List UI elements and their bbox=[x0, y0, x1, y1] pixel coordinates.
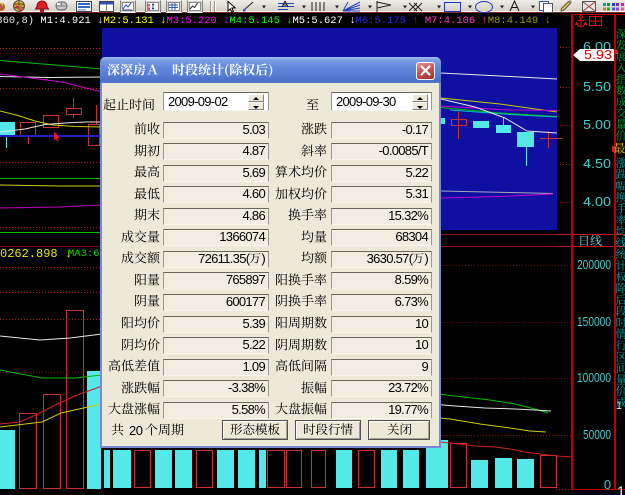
svg-text:100000: 100000 bbox=[577, 370, 611, 385]
svg-text:50000: 50000 bbox=[583, 427, 611, 442]
svg-text:150000: 150000 bbox=[577, 314, 611, 329]
svg-text:0: 0 bbox=[604, 477, 611, 492]
svg-text:5.00: 5.00 bbox=[583, 117, 611, 132]
svg-text:1: 1 bbox=[617, 483, 625, 495]
svg-text:200000: 200000 bbox=[577, 257, 611, 272]
svg-text:5.50: 5.50 bbox=[583, 79, 611, 94]
svg-text:5.93: 5.93 bbox=[584, 47, 612, 62]
svg-text:4.50: 4.50 bbox=[583, 156, 611, 171]
svg-text:4.00: 4.00 bbox=[583, 194, 611, 209]
svg-text:0262.898 ↓: 0262.898 ↓ bbox=[0, 247, 72, 261]
